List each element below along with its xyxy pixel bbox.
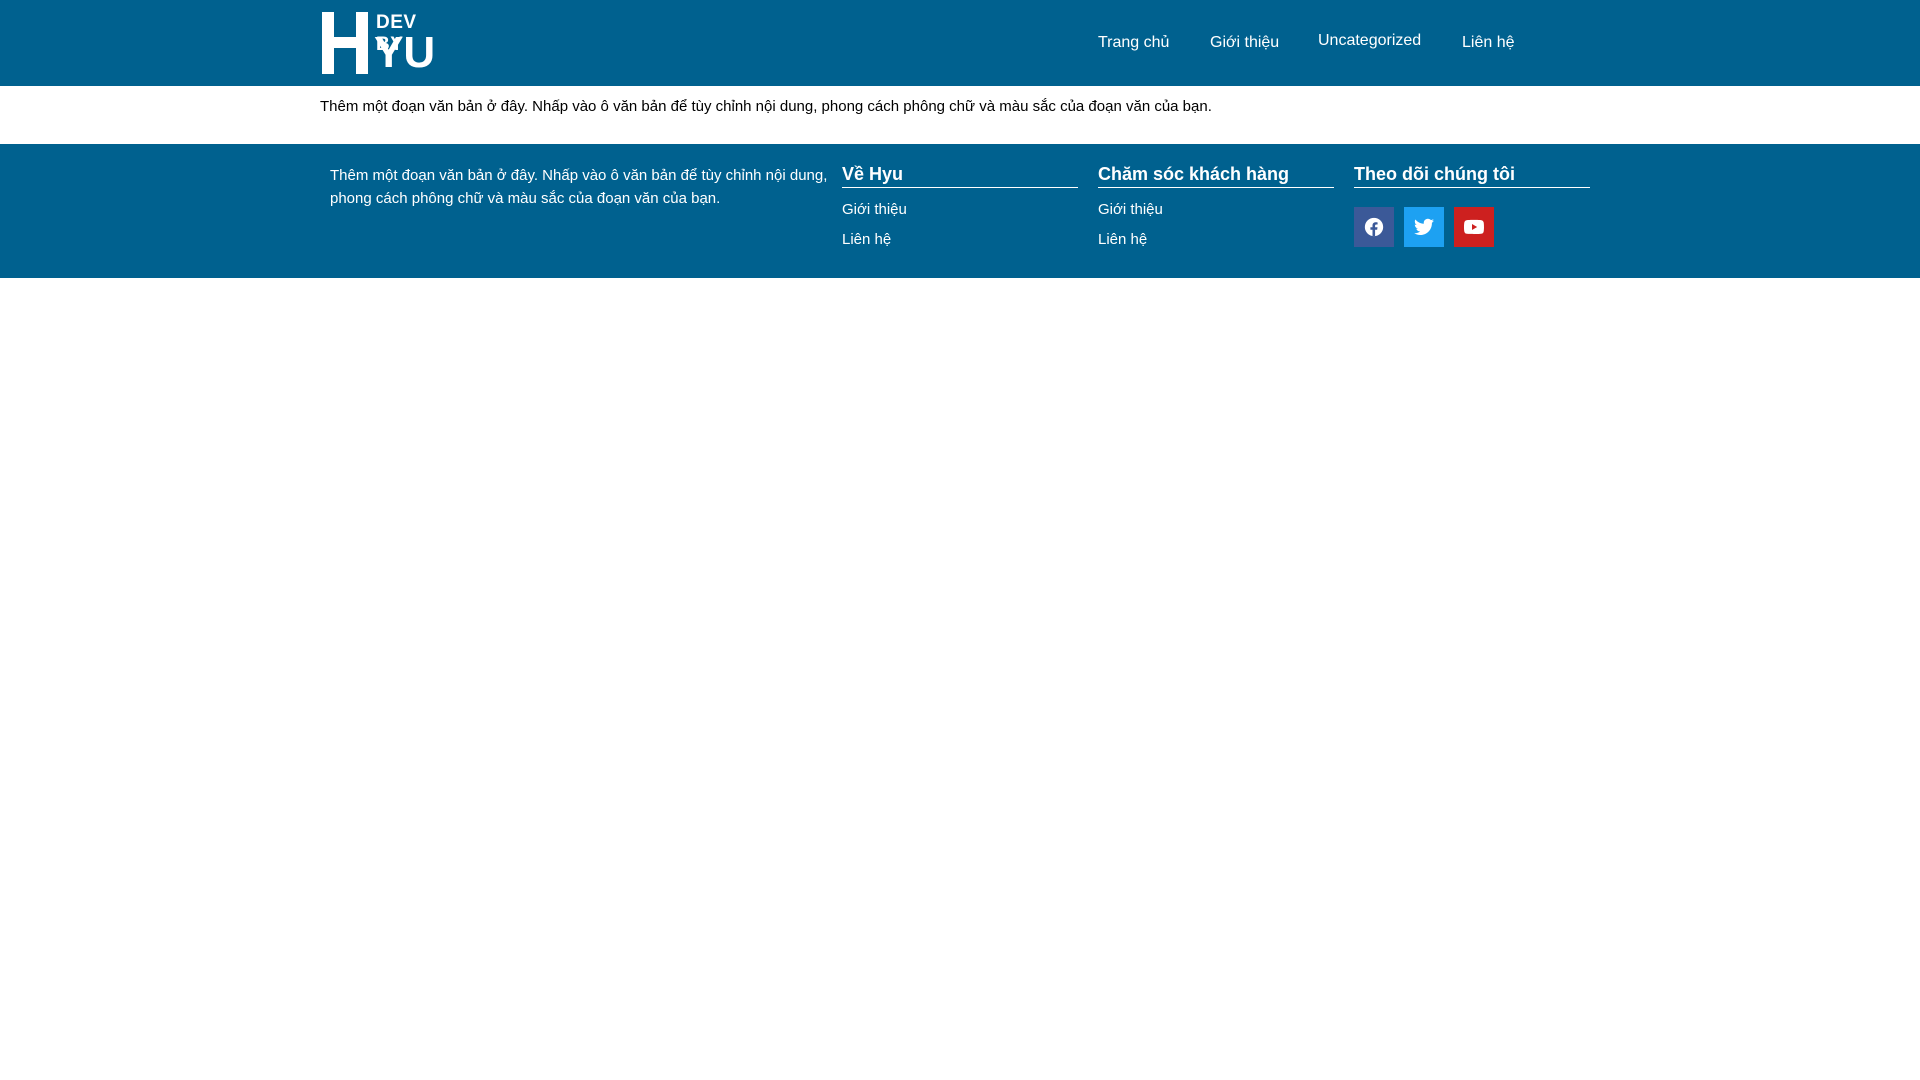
twitter-button[interactable]: [1404, 207, 1444, 247]
youtube-button[interactable]: [1454, 207, 1494, 247]
site-footer: Thêm một đoạn văn bản ở đây. Nhấp vào ô …: [0, 144, 1920, 278]
footer-column-title: Theo dõi chúng tôi: [1354, 162, 1590, 188]
site-logo[interactable]: DEV BY YU: [322, 12, 448, 75]
facebook-button[interactable]: [1354, 207, 1394, 247]
nav-item-about[interactable]: Giới thiệu: [1210, 0, 1279, 86]
facebook-icon: [1364, 217, 1384, 237]
footer-link-contact[interactable]: Liên hệ: [1098, 232, 1334, 248]
footer-column-about: Về Hyu Giới thiệu Liên hệ: [842, 162, 1078, 248]
social-links: [1354, 207, 1590, 247]
footer-column-follow: Theo dõi chúng tôi: [1354, 162, 1590, 247]
footer-column-customer-care: Chăm sóc khách hàng Giới thiệu Liên hệ: [1098, 162, 1334, 248]
footer-link-about[interactable]: Giới thiệu: [842, 202, 1078, 218]
footer-link-about[interactable]: Giới thiệu: [1098, 202, 1334, 218]
logo-h-mark: [322, 12, 368, 74]
nav-item-contact[interactable]: Liên hệ: [1462, 0, 1515, 86]
footer-link-contact[interactable]: Liên hệ: [842, 232, 1078, 248]
site-header: DEV BY YU Trang chủ Giới thiệu Uncategor…: [0, 0, 1920, 86]
logo-text-yu: YU: [374, 28, 436, 77]
youtube-icon: [1464, 219, 1484, 235]
twitter-icon: [1414, 218, 1434, 235]
footer-column-title: Về Hyu: [842, 162, 1078, 188]
intro-paragraph: Thêm một đoạn văn bản ở đây. Nhấp vào ô …: [320, 98, 1212, 115]
footer-column-title: Chăm sóc khách hàng: [1098, 162, 1334, 188]
nav-item-uncategorized[interactable]: Uncategorized: [1318, 0, 1421, 84]
footer-paragraph: Thêm một đoạn văn bản ở đây. Nhấp vào ô …: [330, 167, 828, 207]
nav-item-home[interactable]: Trang chủ: [1098, 0, 1169, 86]
